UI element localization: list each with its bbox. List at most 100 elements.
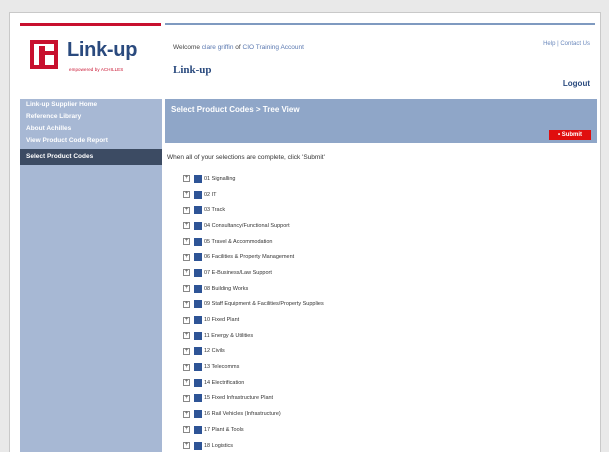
welcome-prefix: Welcome	[173, 44, 200, 51]
expand-plus-icon[interactable]: +	[183, 175, 190, 183]
page-frame: Link-up empowered by ACHILLES Welcome cl…	[9, 12, 601, 452]
tree-node: +07 E-Business/Law Support	[183, 265, 324, 281]
tree-node-label[interactable]: 03 Track	[204, 207, 225, 213]
expand-plus-icon[interactable]: +	[183, 442, 190, 450]
expand-plus-icon[interactable]: +	[183, 285, 190, 293]
logout-link[interactable]: Logout	[563, 79, 590, 88]
header: Link-up empowered by ACHILLES Welcome cl…	[10, 13, 600, 95]
main-content: Select Product Codes > Tree View • Submi…	[165, 99, 597, 452]
tree-node-checkbox[interactable]	[194, 316, 202, 325]
expand-plus-icon[interactable]: +	[183, 332, 190, 340]
tree-node-label[interactable]: 17 Plant & Tools	[204, 427, 244, 433]
tree-node: +12 Civils	[183, 344, 324, 360]
submit-button[interactable]: • Submit	[549, 130, 591, 140]
tree-node-label[interactable]: 09 Staff Equipment & Facilities/Property…	[204, 301, 324, 307]
welcome-message: Welcome clare griffin of CIO Training Ac…	[173, 44, 304, 51]
tree-node-label[interactable]: 11 Energy & Utilities	[204, 333, 253, 339]
tree-node-label[interactable]: 18 Logistics	[204, 443, 233, 449]
expand-plus-icon[interactable]: +	[183, 253, 190, 261]
tree-node: +05 Travel & Accommodation	[183, 234, 324, 250]
tree-node-label[interactable]: 01 Signalling	[204, 176, 236, 182]
tree-node-label[interactable]: 07 E-Business/Law Support	[204, 270, 272, 276]
link-up-logo-icon	[30, 40, 58, 69]
tree-node-checkbox[interactable]	[194, 284, 202, 293]
tree-node-checkbox[interactable]	[194, 206, 202, 215]
link-up-logo[interactable]: Link-up empowered by ACHILLES	[24, 37, 164, 77]
tree-node-label[interactable]: 12 Civils	[204, 348, 225, 354]
tree-node-checkbox[interactable]	[194, 410, 202, 419]
sidebar-item-select-product-codes[interactable]: Select Product Codes	[20, 149, 162, 165]
tree-node: +10 Fixed Plant	[183, 312, 324, 328]
product-code-tree: +01 Signalling +02 IT +03 Track +04 Consult…	[183, 171, 324, 452]
tree-node-checkbox[interactable]	[194, 394, 202, 403]
sidebar-nav: Link-up Supplier Home Reference Library …	[20, 99, 162, 452]
tree-node-label[interactable]: 02 IT	[204, 192, 217, 198]
sidebar-item-product-code-report[interactable]: View Product Code Report	[20, 135, 162, 147]
tree-node: +02 IT	[183, 187, 324, 203]
tree-node-label[interactable]: 05 Travel & Accommodation	[204, 239, 272, 245]
tree-node-checkbox[interactable]	[194, 347, 202, 356]
sidebar-item-supplier-home[interactable]: Link-up Supplier Home	[20, 99, 162, 111]
tree-node: +18 Logistics	[183, 438, 324, 452]
expand-plus-icon[interactable]: +	[183, 191, 190, 199]
expand-plus-icon[interactable]: +	[183, 206, 190, 214]
user-name-link[interactable]: clare griffin	[202, 44, 234, 51]
tree-node-label[interactable]: 16 Rail Vehicles (Infrastructure)	[204, 411, 281, 417]
tree-node-label[interactable]: 06 Facilities & Property Management	[204, 254, 294, 260]
logo-subtitle: empowered by ACHILLES	[69, 67, 124, 72]
tree-node-label[interactable]: 08 Building Works	[204, 286, 248, 292]
tree-node-label[interactable]: 15 Fixed Infrastructure Plant	[204, 395, 273, 401]
tree-node-checkbox[interactable]	[194, 425, 202, 434]
tree-node-checkbox[interactable]	[194, 253, 202, 262]
logo-text: Link-up	[67, 39, 138, 61]
link-separator: |	[557, 41, 559, 47]
expand-plus-icon[interactable]: +	[183, 300, 190, 308]
main-title-bar: Select Product Codes > Tree View • Submi…	[165, 99, 597, 143]
tree-node: +04 Consultancy/Functional Support	[183, 218, 324, 234]
page-title: Select Product Codes > Tree View	[171, 105, 300, 114]
tree-node-checkbox[interactable]	[194, 174, 202, 183]
expand-plus-icon[interactable]: +	[183, 316, 190, 324]
tree-node-checkbox[interactable]	[194, 378, 202, 387]
expand-plus-icon[interactable]: +	[183, 222, 190, 230]
tree-node-label[interactable]: 13 Telecomms	[204, 364, 239, 370]
tree-node-checkbox[interactable]	[194, 237, 202, 246]
tree-node-checkbox[interactable]	[194, 300, 202, 309]
tree-node: +03 Track	[183, 202, 324, 218]
expand-plus-icon[interactable]: +	[183, 269, 190, 277]
tree-node-checkbox[interactable]	[194, 268, 202, 277]
header-blue-rule	[165, 23, 595, 25]
tree-node-checkbox[interactable]	[194, 190, 202, 199]
top-links: Help | Contact Us	[543, 41, 590, 47]
expand-plus-icon[interactable]: +	[183, 394, 190, 402]
sidebar-item-reference-library[interactable]: Reference Library	[20, 111, 162, 123]
tree-node-checkbox[interactable]	[194, 331, 202, 340]
help-link[interactable]: Help	[543, 41, 555, 47]
expand-plus-icon[interactable]: +	[183, 379, 190, 387]
tree-node: +01 Signalling	[183, 171, 324, 187]
tree-node-checkbox[interactable]	[194, 441, 202, 450]
tree-node-label[interactable]: 10 Fixed Plant	[204, 317, 239, 323]
expand-plus-icon[interactable]: +	[183, 238, 190, 246]
expand-plus-icon[interactable]: +	[183, 410, 190, 418]
tree-node: +06 Facilities & Property Management	[183, 249, 324, 265]
tree-node-label[interactable]: 14 Electrification	[204, 380, 244, 386]
expand-plus-icon[interactable]: +	[183, 347, 190, 355]
tree-node: +09 Staff Equipment & Facilities/Propert…	[183, 297, 324, 313]
account-name-link[interactable]: CIO Training Account	[243, 44, 304, 51]
tree-node: +08 Building Works	[183, 281, 324, 297]
tree-node: +16 Rail Vehicles (Infrastructure)	[183, 406, 324, 422]
expand-plus-icon[interactable]: +	[183, 363, 190, 371]
site-title: Link-up	[173, 64, 212, 76]
tree-node: +13 Telecomms	[183, 359, 324, 375]
sidebar-item-about-achilles[interactable]: About Achilles	[20, 123, 162, 135]
tree-node: +11 Energy & Utilities	[183, 328, 324, 344]
tree-node-checkbox[interactable]	[194, 221, 202, 230]
tree-node: +17 Plant & Tools	[183, 422, 324, 438]
contact-us-link[interactable]: Contact Us	[560, 41, 590, 47]
instruction-text: When all of your selections are complete…	[167, 154, 325, 161]
expand-plus-icon[interactable]: +	[183, 426, 190, 434]
header-red-rule	[20, 23, 161, 26]
tree-node-label[interactable]: 04 Consultancy/Functional Support	[204, 223, 290, 229]
tree-node-checkbox[interactable]	[194, 363, 202, 372]
